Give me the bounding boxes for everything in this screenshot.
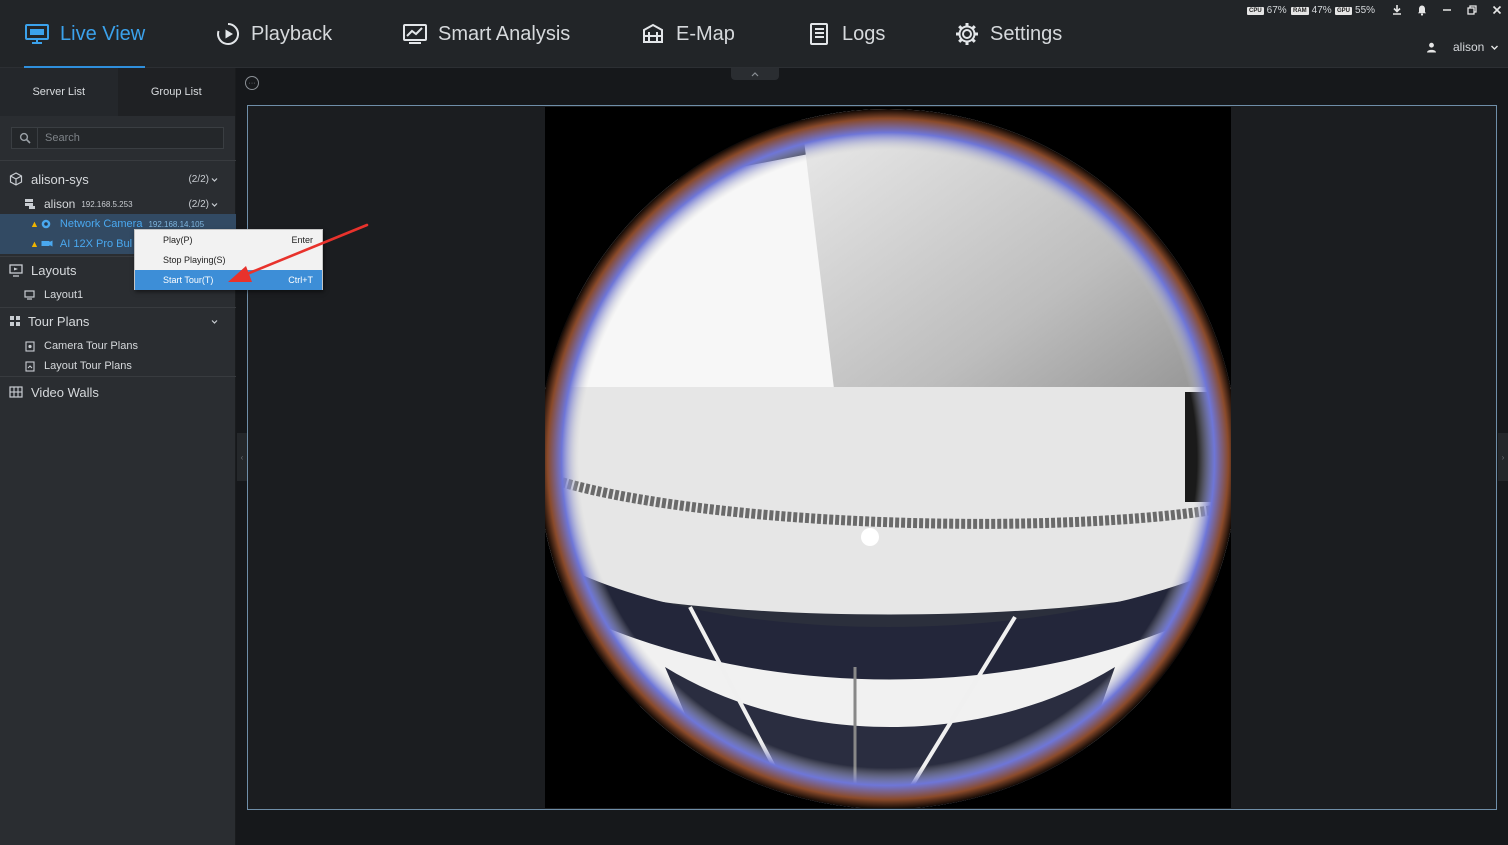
collapse-left-panel-handle[interactable]: ‹ — [237, 433, 247, 481]
chevron-down-icon — [211, 319, 218, 324]
server-count-value: (2/2) — [188, 198, 209, 210]
tour-plans-icon — [10, 316, 20, 326]
download-icon[interactable] — [1390, 4, 1404, 18]
cpu-usage: CPU 67% — [1247, 5, 1287, 16]
divider — [0, 160, 236, 161]
video-walls-label: Video Walls — [31, 384, 99, 400]
cube-icon — [9, 172, 23, 186]
nav-playback-label: Playback — [251, 22, 333, 45]
nav-logs-label: Logs — [842, 22, 886, 45]
nav-settings[interactable]: Settings — [954, 0, 1062, 68]
user-icon — [1427, 42, 1436, 52]
nav-e-map[interactable]: E-Map — [640, 0, 735, 68]
server-ip: 192.168.5.253 — [81, 199, 133, 209]
server-icon — [25, 199, 35, 209]
layout-tour-icon — [25, 360, 35, 372]
tree-node-tour-plans[interactable]: Tour Plans — [0, 310, 236, 332]
tab-group-list[interactable]: Group List — [117, 68, 235, 116]
user-menu[interactable]: alison — [1426, 40, 1499, 54]
layout1-label: Layout1 — [44, 289, 84, 301]
camera-label: Network Camera — [59, 218, 143, 230]
user-name: alison — [1453, 40, 1485, 54]
minimize-icon[interactable] — [1440, 4, 1454, 18]
tree-node-video-walls[interactable]: Video Walls — [0, 381, 236, 403]
tour-plans-label: Tour Plans — [28, 313, 90, 329]
tab-server-list[interactable]: Server List — [0, 68, 118, 116]
gear-icon — [956, 23, 978, 45]
chevron-down-icon — [211, 177, 218, 182]
menu-item-label: Start Tour(T) — [163, 275, 214, 285]
layout-item-icon — [24, 290, 35, 300]
fisheye-video-feed[interactable] — [545, 107, 1231, 808]
search-input[interactable] — [38, 128, 223, 148]
nav-settings-label: Settings — [990, 22, 1063, 45]
nav-logs[interactable]: Logs — [806, 0, 885, 68]
nav-playback[interactable]: Playback — [215, 0, 332, 68]
collapse-right-panel-handle[interactable]: › — [1498, 433, 1508, 481]
more-options-icon[interactable]: ··· — [245, 76, 259, 90]
ram-chip-icon: RAM — [1291, 6, 1309, 15]
close-icon[interactable] — [1490, 4, 1504, 18]
nav-e-map-label: E-Map — [676, 22, 735, 45]
fisheye-camera-image — [545, 107, 1231, 808]
tree-node-root[interactable]: alison-sys (2/2) — [0, 168, 236, 190]
monitor-icon — [25, 24, 49, 44]
video-window[interactable] — [247, 105, 1497, 810]
chevron-down-icon — [211, 202, 218, 207]
bell-icon[interactable] — [1415, 4, 1429, 18]
layout-tour-plans-label: Layout Tour Plans — [44, 360, 132, 372]
layouts-icon — [9, 263, 23, 277]
camera-label: AI 12X Pro Bul — [59, 238, 133, 250]
nav-smart-analysis[interactable]: Smart Analysis — [402, 0, 570, 68]
gpu-usage: GPU 55% — [1335, 5, 1375, 16]
warning-icon: ▲ — [30, 219, 39, 229]
gpu-usage-value: 55% — [1355, 5, 1376, 16]
tree-node-server[interactable]: alison 192.168.5.253 (2/2) — [0, 194, 236, 214]
ram-usage: RAM 47% — [1291, 5, 1332, 16]
video-wall-icon — [9, 386, 23, 398]
play-circle-icon — [217, 22, 240, 45]
nav-smart-analysis-label: Smart Analysis — [438, 22, 571, 45]
bullet-camera-icon — [41, 240, 53, 247]
collapse-toolbar-button[interactable] — [731, 68, 779, 80]
divider — [0, 376, 236, 377]
live-view-area: ··· ‹ › — [237, 68, 1508, 845]
camera-tour-icon — [25, 340, 35, 352]
cpu-usage-value: 67% — [1266, 5, 1287, 16]
camera-ip: 192.168.14.105 — [148, 219, 205, 229]
nav-live-view-label: Live View — [60, 22, 146, 45]
root-count-value: (2/2) — [188, 173, 209, 185]
chart-monitor-icon — [403, 24, 427, 44]
layouts-label: Layouts — [31, 262, 77, 278]
menu-item-label: Stop Playing(S) — [163, 255, 226, 265]
root-label: alison-sys — [31, 171, 89, 187]
chevron-down-icon — [1491, 45, 1499, 50]
map-icon — [643, 23, 663, 43]
document-list-icon — [810, 23, 828, 45]
ram-usage-value: 47% — [1311, 5, 1332, 16]
server-count: (2/2) — [188, 199, 218, 210]
warning-icon: ▲ — [30, 239, 39, 249]
root-count: (2/2) — [188, 174, 218, 185]
panel-tabs: Server List Group List — [0, 68, 235, 116]
tree-node-camera-tour-plans[interactable]: Camera Tour Plans — [0, 336, 236, 356]
cpu-chip-icon: CPU — [1247, 6, 1264, 15]
nav-live-view[interactable]: Live View — [24, 0, 146, 68]
camera-tour-plans-label: Camera Tour Plans — [44, 340, 138, 352]
tree-node-layout-tour-plans[interactable]: Layout Tour Plans — [0, 356, 236, 376]
search-box — [11, 127, 224, 149]
chevron-up-icon — [751, 71, 759, 76]
top-navigation-bar: Live View Playback Smart Analysis E-Map — [0, 0, 1508, 68]
server-label: alison — [44, 197, 76, 211]
gpu-chip-icon: GPU — [1335, 6, 1353, 15]
device-list-panel: Server List Group List alison-sys (2/2) … — [0, 68, 236, 845]
annotation-arrow-icon — [228, 223, 369, 282]
dome-camera-icon — [41, 219, 51, 229]
divider — [0, 307, 236, 308]
tour-plans-expand[interactable] — [211, 318, 218, 325]
restore-icon[interactable] — [1465, 4, 1479, 18]
search-icon — [12, 128, 38, 148]
menu-item-label: Play(P) — [163, 235, 193, 245]
